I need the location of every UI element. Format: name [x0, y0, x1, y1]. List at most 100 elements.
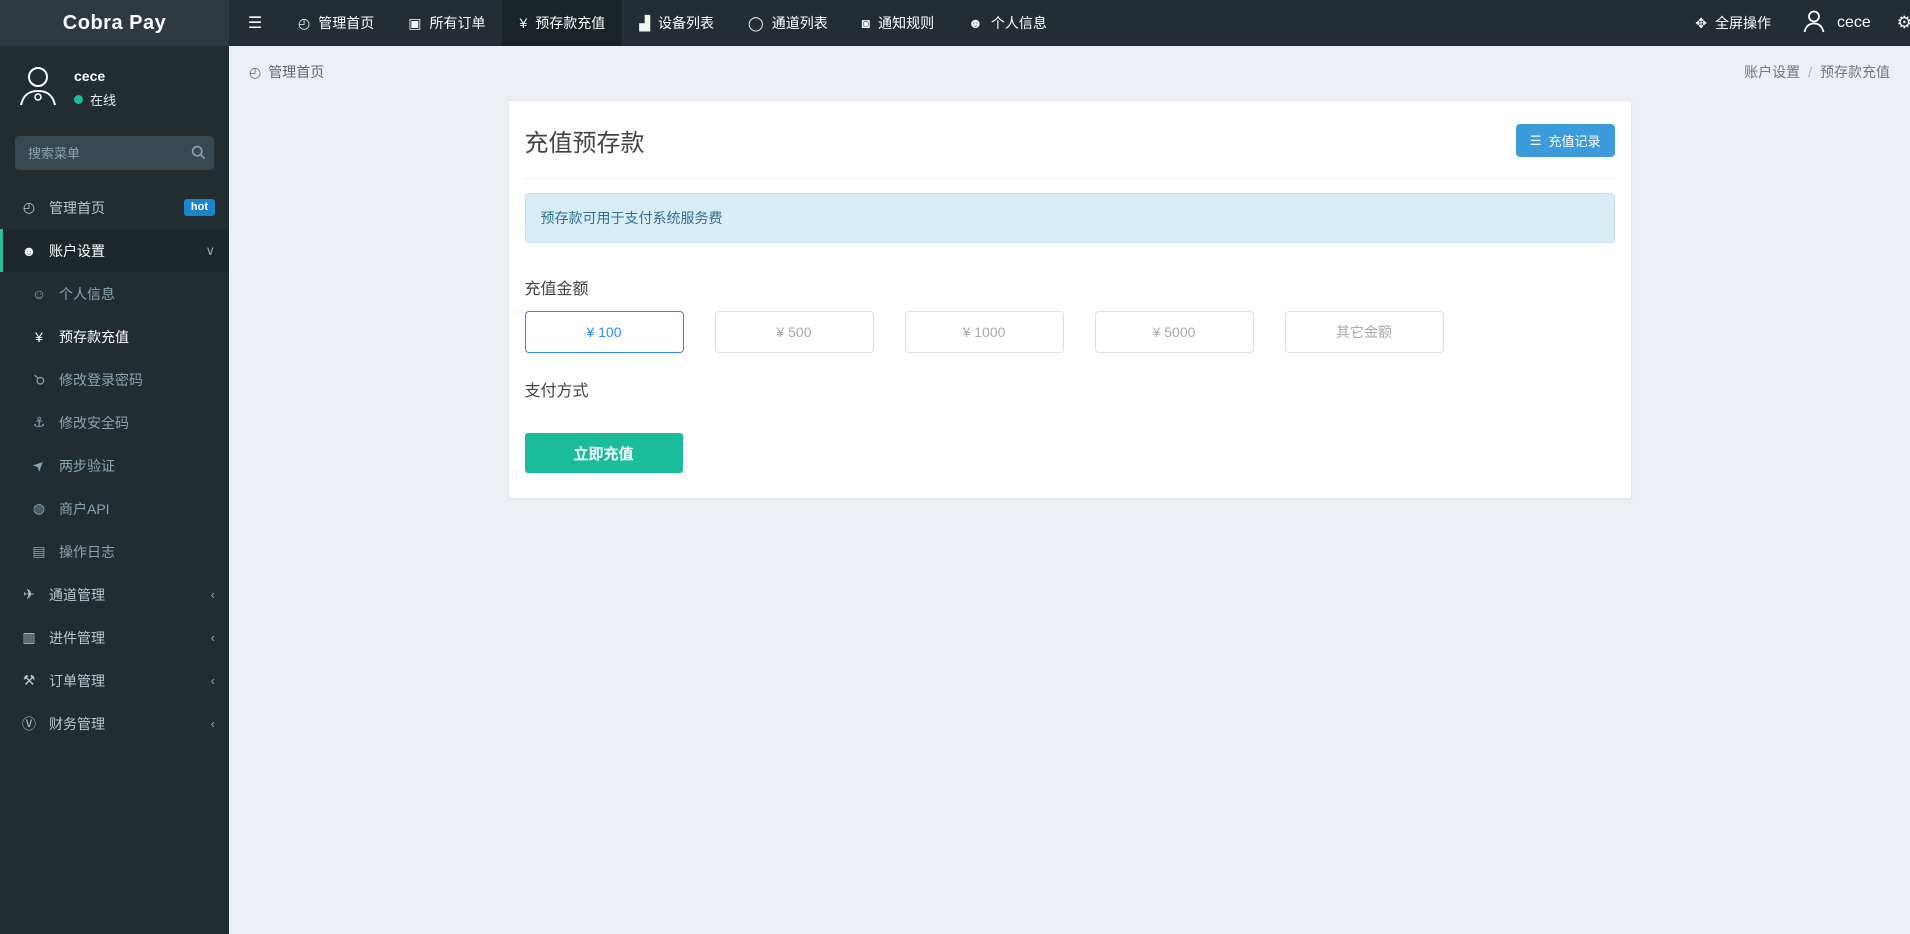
anchor-icon: ⚓ [30, 414, 48, 431]
settings-button[interactable]: ⚙ [1887, 13, 1910, 33]
recharge-now-button[interactable]: 立即充值 [525, 433, 683, 473]
nav-item-label: 通知规则 [878, 13, 934, 33]
sidebar-item-channel-management[interactable]: ✈ 通道管理 ‹ [0, 573, 229, 616]
sidebar-item-deposit-recharge[interactable]: ¥ 预存款充值 [0, 315, 229, 358]
nav-item-all-orders[interactable]: ▣ 所有订单 [391, 0, 502, 46]
menu-search-input[interactable] [15, 136, 214, 170]
sidebar-item-onboarding-management[interactable]: ▥ 进件管理 ‹ [0, 616, 229, 659]
nav-item-profile[interactable]: ☻ 个人信息 [951, 0, 1064, 46]
signal-icon: ▟ [639, 15, 650, 32]
sidebar-item-dashboard[interactable]: ◴ 管理首页 hot [0, 186, 229, 229]
app-logo[interactable]: Cobra Pay [0, 0, 229, 46]
sidebar-item-label: 操作日志 [59, 542, 115, 562]
topbar-user-menu[interactable]: cece [1785, 8, 1887, 39]
dashboard-icon: ◴ [20, 199, 38, 216]
sidebar-item-label: 两步验证 [59, 456, 115, 476]
sidebar-user-panel: cece 在线 [0, 46, 229, 128]
nav-item-device-list[interactable]: ▟ 设备列表 [622, 0, 731, 46]
yen-icon: ¥ [30, 329, 48, 345]
chevron-down-icon: ∨ [205, 243, 215, 259]
amount-option-custom[interactable]: 其它金额 [1285, 311, 1444, 353]
nav-item-label: 预存款充值 [535, 13, 605, 33]
nav-item-channel-list[interactable]: ◯ 通道列表 [731, 0, 845, 46]
nav-item-label: 管理首页 [318, 13, 374, 33]
chevron-left-icon: ‹ [211, 716, 215, 731]
sidebar-item-label: 修改安全码 [59, 413, 129, 433]
content-header: ◴ 管理首页 账户设置 / 预存款充值 [229, 46, 1910, 90]
sidebar-item-finance-management[interactable]: Ⓥ 财务管理 ‹ [0, 702, 229, 745]
address-book-icon: ▥ [20, 629, 38, 646]
page-title: 充值预存款 [525, 123, 645, 158]
notification-icon: ◙ [862, 15, 870, 31]
sidebar-username: cece [74, 68, 116, 84]
app-window: Cobra Pay ☰ ◴ 管理首页 ▣ 所有订单 ¥ 预存款充值 ▟ 设备列表 [0, 0, 1910, 934]
account-settings-submenu: ☺ 个人信息 ¥ 预存款充值 ⚲ 修改登录密码 ⚓ 修改安全码 [0, 272, 229, 573]
key-icon: ⚲ [27, 367, 52, 392]
user-circle-icon: ☺ [30, 286, 48, 302]
breadcrumb-account-settings[interactable]: 账户设置 [1744, 62, 1800, 82]
sidebar-item-order-management[interactable]: ⚒ 订单管理 ‹ [0, 659, 229, 702]
nav-item-notify-rules[interactable]: ◙ 通知规则 [845, 0, 951, 46]
rocket-icon: ➤ [27, 453, 52, 478]
breadcrumb-current: 预存款充值 [1820, 62, 1890, 82]
payment-section-label: 支付方式 [525, 377, 1615, 401]
nav-item-label: 通道列表 [772, 13, 828, 33]
avatar-icon [1801, 8, 1827, 39]
amount-option-100[interactable]: ¥ 100 [525, 311, 684, 353]
sidebar-item-label: 个人信息 [59, 284, 115, 304]
search-icon[interactable] [191, 145, 206, 165]
sidebar-item-label: 通道管理 [49, 585, 105, 605]
sidebar-toggle-button[interactable]: ☰ [229, 0, 281, 46]
gear-icon: ⚙ [1897, 13, 1910, 32]
top-navbar: Cobra Pay ☰ ◴ 管理首页 ▣ 所有订单 ¥ 预存款充值 ▟ 设备列表 [0, 0, 1910, 46]
users-icon: ☻ [20, 243, 38, 259]
card-header: 充值预存款 ☰ 充值记录 [525, 117, 1615, 179]
sidebar-item-personal-info[interactable]: ☺ 个人信息 [0, 272, 229, 315]
breadcrumb-home: 管理首页 [268, 62, 324, 82]
sidebar-user-status[interactable]: 在线 [74, 90, 116, 109]
online-status-label: 在线 [90, 90, 116, 109]
chevron-left-icon: ‹ [211, 673, 215, 688]
amount-option-5000[interactable]: ¥ 5000 [1095, 311, 1254, 353]
chevron-left-icon: ‹ [211, 587, 215, 602]
sidebar-item-operation-log[interactable]: ▤ 操作日志 [0, 530, 229, 573]
dashboard-icon: ◴ [249, 64, 261, 81]
content-area: ◴ 管理首页 账户设置 / 预存款充值 充值预存款 ☰ 充值记录 预存 [229, 46, 1910, 934]
recharge-card: 充值预存款 ☰ 充值记录 预存款可用于支付系统服务费 充值金额 ¥ 100 ¥ … [508, 100, 1632, 499]
info-alert: 预存款可用于支付系统服务费 [525, 193, 1615, 243]
sidebar: cece 在线 ◴ [0, 46, 229, 934]
top-nav: ☰ ◴ 管理首页 ▣ 所有订单 ¥ 预存款充值 ▟ 设备列表 ◯ 通道列表 [229, 0, 1910, 46]
amount-option-500[interactable]: ¥ 500 [715, 311, 874, 353]
sidebar-item-label: 商户API [59, 499, 110, 519]
api-icon: ◍ [30, 500, 48, 517]
sidebar-item-account-settings[interactable]: ☻ 账户设置 ∨ [0, 229, 229, 272]
circle-icon: ◯ [748, 15, 764, 32]
breadcrumb: ◴ 管理首页 [249, 62, 324, 82]
avatar-icon [15, 63, 61, 114]
user-icon: ☻ [968, 15, 983, 31]
sidebar-menu: ◴ 管理首页 hot ☻ 账户设置 ∨ ☺ 个人信息 ¥ 预存 [0, 186, 229, 745]
nav-item-label: 所有订单 [429, 13, 485, 33]
nav-item-dashboard[interactable]: ◴ 管理首页 [281, 0, 391, 46]
recharge-history-button[interactable]: ☰ 充值记录 [1516, 124, 1615, 157]
hamburger-icon: ☰ [248, 13, 262, 33]
sidebar-item-change-security-code[interactable]: ⚓ 修改安全码 [0, 401, 229, 444]
orders-icon: ▣ [408, 15, 421, 32]
nav-item-label: 设备列表 [658, 13, 714, 33]
paper-plane-icon: ✈ [20, 586, 38, 603]
sidebar-item-label: 进件管理 [49, 628, 105, 648]
vk-icon: Ⓥ [20, 714, 38, 734]
gavel-icon: ⚒ [20, 672, 38, 689]
sidebar-item-merchant-api[interactable]: ◍ 商户API [0, 487, 229, 530]
dashboard-icon: ◴ [298, 15, 310, 32]
fullscreen-button[interactable]: ✥ 全屏操作 [1681, 13, 1785, 33]
fullscreen-label: 全屏操作 [1715, 13, 1771, 33]
hot-badge: hot [184, 199, 215, 216]
sidebar-item-label: 财务管理 [49, 714, 105, 734]
sidebar-item-two-step-verify[interactable]: ➤ 两步验证 [0, 444, 229, 487]
nav-item-deposit-recharge[interactable]: ¥ 预存款充值 [502, 0, 622, 46]
sidebar-item-change-password[interactable]: ⚲ 修改登录密码 [0, 358, 229, 401]
amount-option-1000[interactable]: ¥ 1000 [905, 311, 1064, 353]
amount-options: ¥ 100 ¥ 500 ¥ 1000 ¥ 5000 其它金额 [525, 311, 1615, 353]
recharge-history-label: 充值记录 [1548, 131, 1600, 150]
